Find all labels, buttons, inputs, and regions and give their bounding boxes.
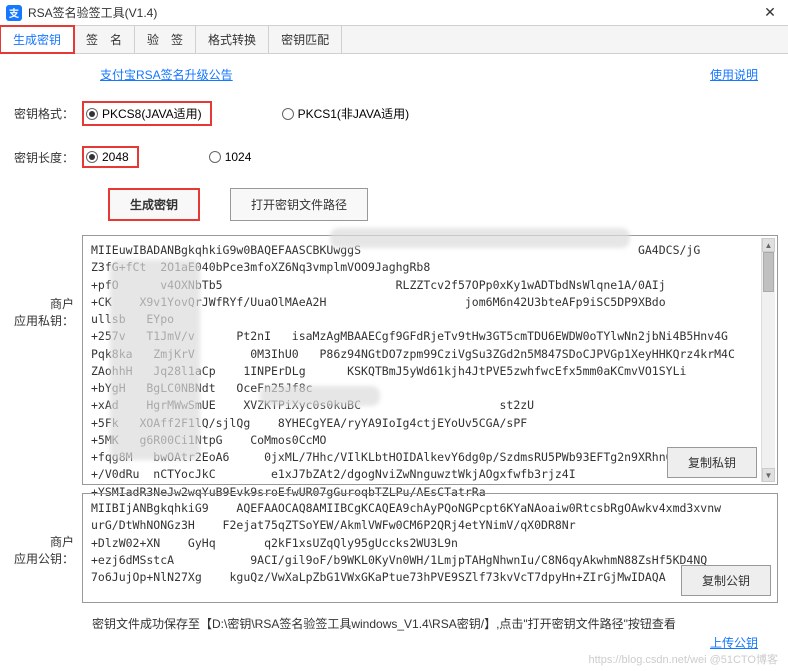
tab-format-convert[interactable]: 格式转换 bbox=[196, 26, 269, 53]
tab-sign[interactable]: 签 名 bbox=[74, 26, 135, 53]
window-title: RSA签名验签工具(V1.4) bbox=[28, 4, 758, 21]
tab-bar: 生成密钥 签 名 验 签 格式转换 密钥匹配 bbox=[0, 26, 788, 54]
key-format-row: 密钥格式： PKCS8(JAVA适用) PKCS1(非JAVA适用) bbox=[0, 91, 788, 136]
key-length-radio-group: 2048 1024 bbox=[82, 146, 251, 168]
radio-2048[interactable]: 2048 bbox=[82, 146, 139, 168]
radio-icon bbox=[86, 108, 98, 120]
status-message: 密钥文件成功保存至【D:\密钥\RSA签名验签工具windows_V1.4\RS… bbox=[0, 607, 788, 642]
private-key-label: 商户 应用私钥： bbox=[10, 235, 82, 485]
tab-verify[interactable]: 验 签 bbox=[135, 26, 196, 53]
radio-pkcs8[interactable]: PKCS8(JAVA适用) bbox=[82, 101, 212, 126]
public-key-label: 商户 应用公钥： bbox=[10, 493, 82, 603]
open-path-button[interactable]: 打开密钥文件路径 bbox=[230, 188, 368, 221]
radio-icon bbox=[209, 151, 221, 163]
scroll-up-icon[interactable]: ▲ bbox=[762, 238, 775, 252]
copy-public-button[interactable]: 复制公钥 bbox=[681, 565, 771, 596]
watermark-text: https://blog.csdn.net/wei @51CTO博客 bbox=[589, 651, 779, 667]
titlebar: 支 RSA签名验签工具(V1.4) ✕ bbox=[0, 0, 788, 26]
public-key-textarea[interactable]: MIIBIjANBgkqhkiG9 AQEFAAOCAQ8AMIIBCgKCAQ… bbox=[82, 493, 778, 603]
radio-icon bbox=[86, 151, 98, 163]
radio-pkcs1[interactable]: PKCS1(非JAVA适用) bbox=[282, 105, 410, 122]
tab-generate-key[interactable]: 生成密钥 bbox=[0, 25, 75, 54]
copy-private-button[interactable]: 复制私钥 bbox=[667, 447, 757, 478]
radio-2048-label: 2048 bbox=[102, 150, 129, 164]
public-key-text: MIIBIjANBgkqhkiG9 AQEFAAOCAQ8AMIIBCgKCAQ… bbox=[91, 500, 769, 586]
key-length-row: 密钥长度： 2048 1024 bbox=[0, 136, 788, 178]
notice-row: 支付宝RSA签名升级公告 使用说明 bbox=[0, 54, 788, 91]
scroll-down-icon[interactable]: ▼ bbox=[762, 468, 775, 482]
key-format-radio-group: PKCS8(JAVA适用) PKCS1(非JAVA适用) bbox=[82, 101, 409, 126]
radio-1024[interactable]: 1024 bbox=[209, 150, 252, 164]
private-key-textarea[interactable]: MIIEuwIBADANBgkqhkiG9w0BAQEFAASCBKUwggS … bbox=[82, 235, 778, 485]
tab-key-match[interactable]: 密钥匹配 bbox=[269, 26, 342, 53]
radio-1024-label: 1024 bbox=[225, 150, 252, 164]
key-length-label: 密钥长度： bbox=[10, 149, 82, 166]
generate-key-button[interactable]: 生成密钥 bbox=[108, 188, 200, 221]
scroll-thumb[interactable] bbox=[763, 252, 774, 292]
upgrade-notice-link[interactable]: 支付宝RSA签名升级公告 bbox=[100, 66, 233, 83]
app-logo-icon: 支 bbox=[6, 5, 22, 21]
radio-pkcs8-label: PKCS8(JAVA适用) bbox=[102, 105, 202, 122]
close-icon[interactable]: ✕ bbox=[758, 3, 782, 23]
scrollbar[interactable]: ▲ ▼ bbox=[761, 238, 775, 482]
public-key-section: 商户 应用公钥： MIIBIjANBgkqhkiG9 AQEFAAOCAQ8AM… bbox=[0, 489, 788, 607]
help-link[interactable]: 使用说明 bbox=[710, 66, 758, 83]
key-format-label: 密钥格式： bbox=[10, 105, 82, 122]
button-row: 生成密钥 打开密钥文件路径 bbox=[0, 178, 788, 231]
private-key-section: 商户 应用私钥： MIIEuwIBADANBgkqhkiG9w0BAQEFAAS… bbox=[0, 231, 788, 489]
upload-public-key-link[interactable]: 上传公钥 bbox=[710, 634, 758, 651]
radio-icon bbox=[282, 108, 294, 120]
radio-pkcs1-label: PKCS1(非JAVA适用) bbox=[298, 105, 410, 122]
